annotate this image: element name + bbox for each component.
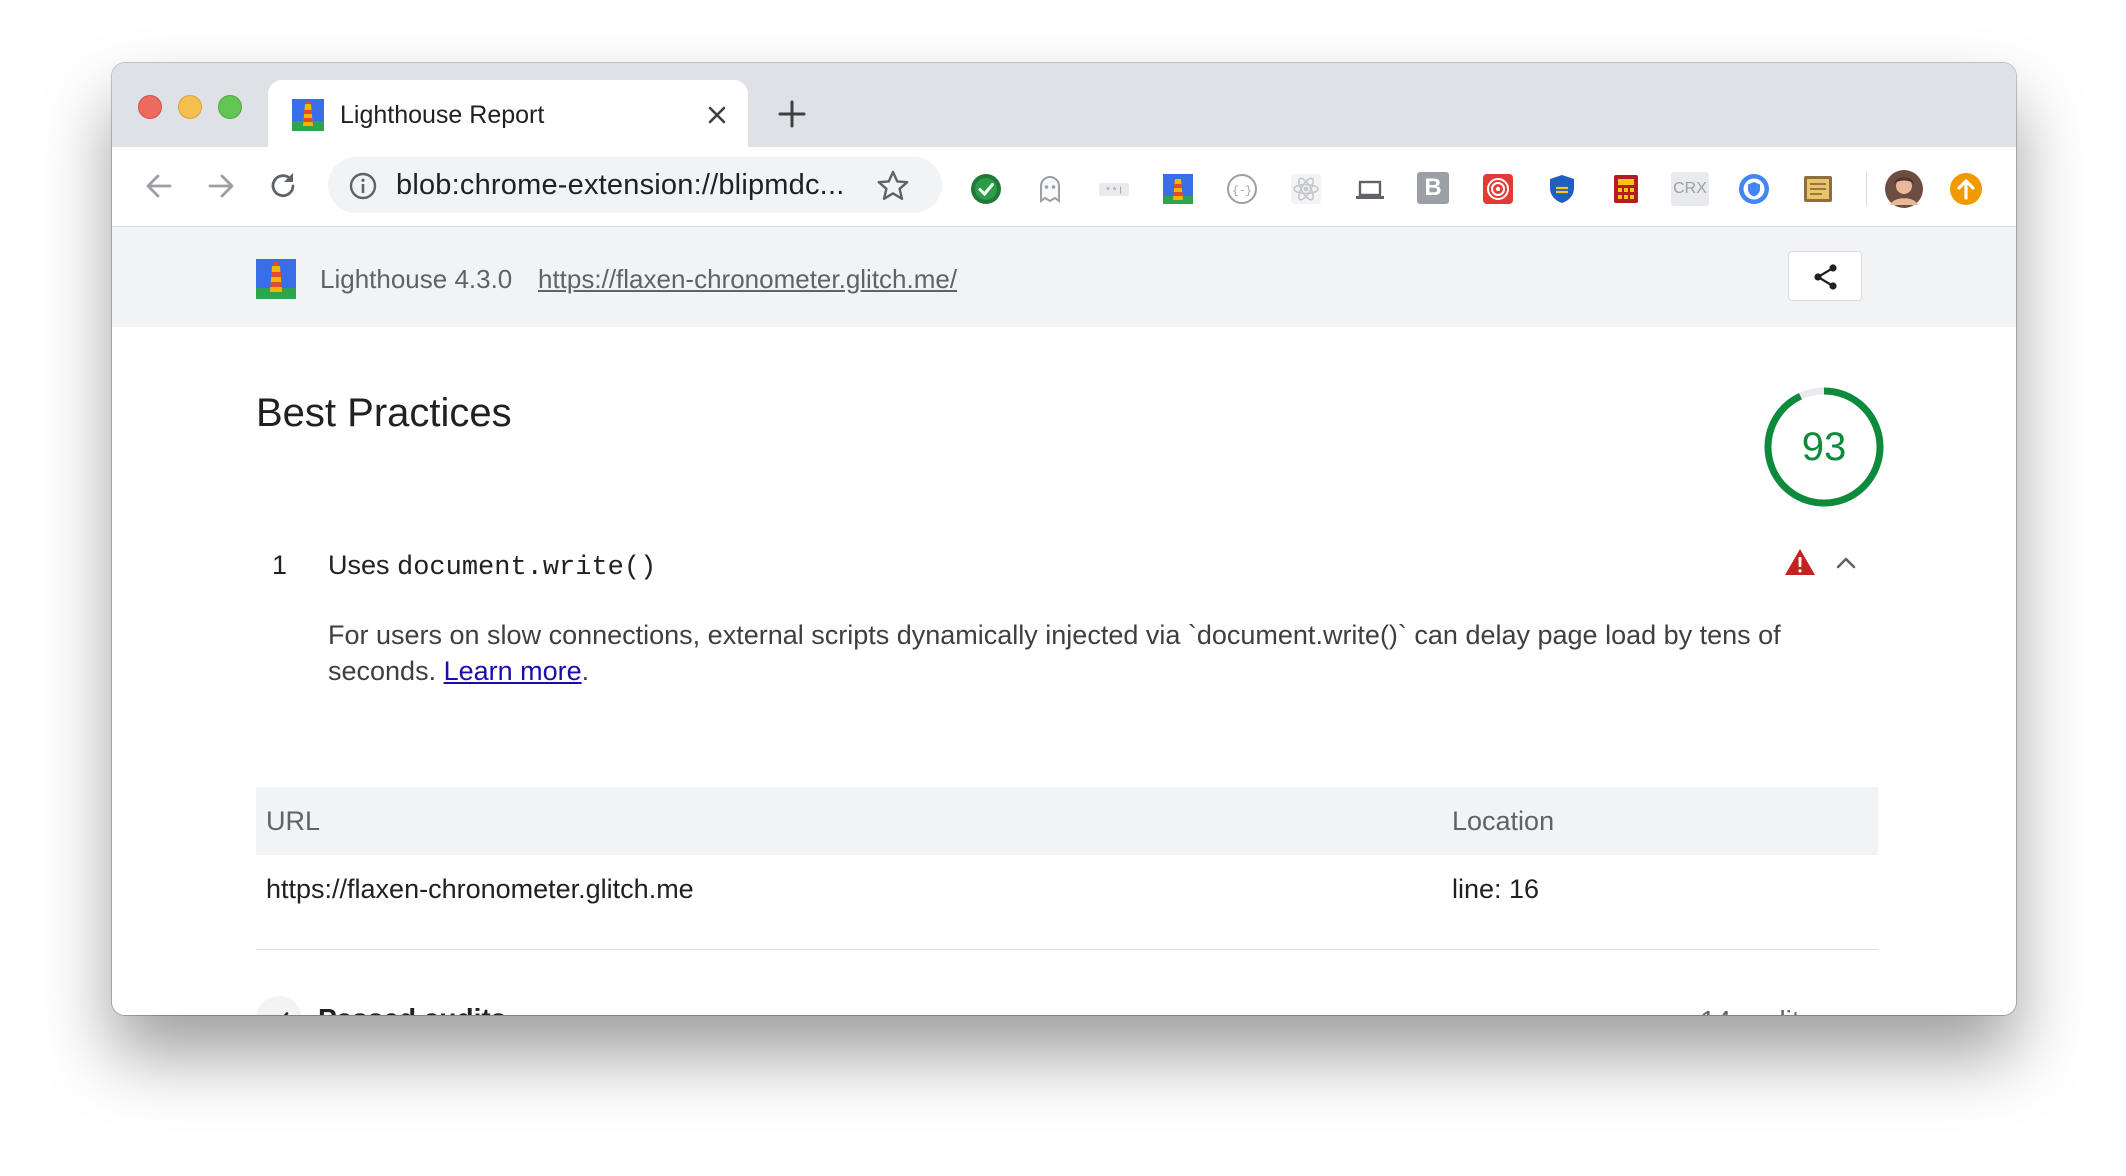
learn-more-link[interactable]: Learn more: [444, 656, 582, 686]
share-button[interactable]: [1788, 251, 1862, 301]
address-bar-url: blob:chrome-extension://blipmdc...: [396, 169, 845, 201]
privacy-extension-icon[interactable]: [1737, 172, 1771, 206]
table-cell-location: line: 16: [1452, 874, 1540, 904]
column-header-location: Location: [1452, 806, 1555, 836]
back-arrow-icon[interactable]: [140, 167, 178, 205]
passed-check-badge: [256, 996, 302, 1015]
table-header-row: URL Location: [256, 787, 1878, 855]
stars-extension-icon[interactable]: * * I: [1097, 172, 1131, 206]
forward-arrow-icon[interactable]: [202, 167, 240, 205]
site-info-icon[interactable]: [348, 171, 378, 201]
audit-description-trailing: .: [581, 656, 590, 686]
tab-strip: Lighthouse Report: [112, 63, 2016, 147]
lighthouse-topbar: Lighthouse 4.3.0 https://flaxen-chronome…: [112, 227, 2016, 327]
crx-extension-icon[interactable]: CRX: [1671, 172, 1709, 206]
bookmark-star-icon[interactable]: [876, 169, 910, 203]
address-bar[interactable]: blob:chrome-extension://blipmdc...: [328, 157, 942, 213]
audit-title[interactable]: Uses document.write(): [328, 549, 656, 584]
react-extension-icon[interactable]: [1289, 172, 1323, 206]
share-icon: [1814, 264, 1837, 290]
browser-window: Lighthouse Report blob:chrome-extension:…: [112, 63, 2016, 1015]
svg-text:* * I: * * I: [1106, 186, 1122, 197]
close-tab-icon[interactable]: [704, 102, 730, 128]
close-window-button[interactable]: [138, 95, 162, 119]
lighthouse-logo-icon: [256, 259, 296, 299]
chevron-down-icon[interactable]: [1832, 1009, 1860, 1015]
report-content: Best Practices 93 1 Uses document.write(…: [112, 327, 2016, 1015]
lighthouse-version: Lighthouse 4.3.0: [320, 264, 513, 294]
tab-lighthouse-report[interactable]: Lighthouse Report: [268, 80, 748, 147]
table-row: https://flaxen-chronometer.glitch.me lin…: [256, 855, 1878, 923]
warning-triangle-icon: [1785, 549, 1815, 575]
tested-url-link[interactable]: https://flaxen-chronometer.glitch.me/: [538, 263, 957, 295]
audit-details-table: URL Location https://flaxen-chronometer.…: [256, 787, 1878, 923]
profile-avatar[interactable]: [1884, 169, 1924, 209]
audit-title-code: document.write(): [397, 553, 657, 583]
audit-title-prefix: Uses: [328, 550, 398, 580]
target-extension-icon[interactable]: [1481, 172, 1515, 206]
checkmark-icon: [283, 1012, 289, 1015]
ghost-extension-icon[interactable]: [1033, 172, 1067, 206]
score-value: 93: [1801, 425, 1847, 469]
lighthouse-extension-icon[interactable]: [1161, 172, 1195, 206]
audit-index: 1: [272, 550, 288, 580]
table-cell-url: https://flaxen-chronometer.glitch.me: [266, 874, 694, 904]
json-extension-icon[interactable]: {-}: [1225, 172, 1259, 206]
new-tab-icon[interactable]: [777, 99, 807, 129]
reload-icon[interactable]: [264, 167, 302, 205]
shield-extension-icon[interactable]: [1545, 172, 1579, 206]
column-header-url: URL: [266, 806, 321, 836]
passed-audits-count: 14 audits: [1700, 1005, 1814, 1015]
update-arrow-icon[interactable]: [1948, 171, 1984, 207]
b-extension-icon[interactable]: B: [1417, 172, 1449, 204]
minimize-window-button[interactable]: [178, 95, 202, 119]
calculator-extension-icon[interactable]: [1609, 172, 1643, 206]
browser-toolbar: blob:chrome-extension://blipmdc... * * I: [112, 147, 2016, 227]
passed-audits-toggle[interactable]: Passed audits: [318, 1003, 506, 1015]
notes-extension-icon[interactable]: [1801, 172, 1835, 206]
svg-text:{-}: {-}: [1232, 186, 1252, 198]
lighthouse-favicon-icon: [292, 99, 324, 131]
laptop-extension-icon[interactable]: [1353, 172, 1387, 206]
tab-title: Lighthouse Report: [340, 101, 545, 129]
chevron-up-icon[interactable]: [1832, 549, 1860, 577]
audit-description: For users on slow connections, external …: [328, 617, 1878, 689]
maximize-window-button[interactable]: [218, 95, 242, 119]
toolbar-separator: [1866, 172, 1867, 206]
section-divider: [256, 949, 1878, 950]
checkmark-extension-icon[interactable]: [969, 172, 1003, 206]
category-title: Best Practices: [256, 391, 512, 435]
